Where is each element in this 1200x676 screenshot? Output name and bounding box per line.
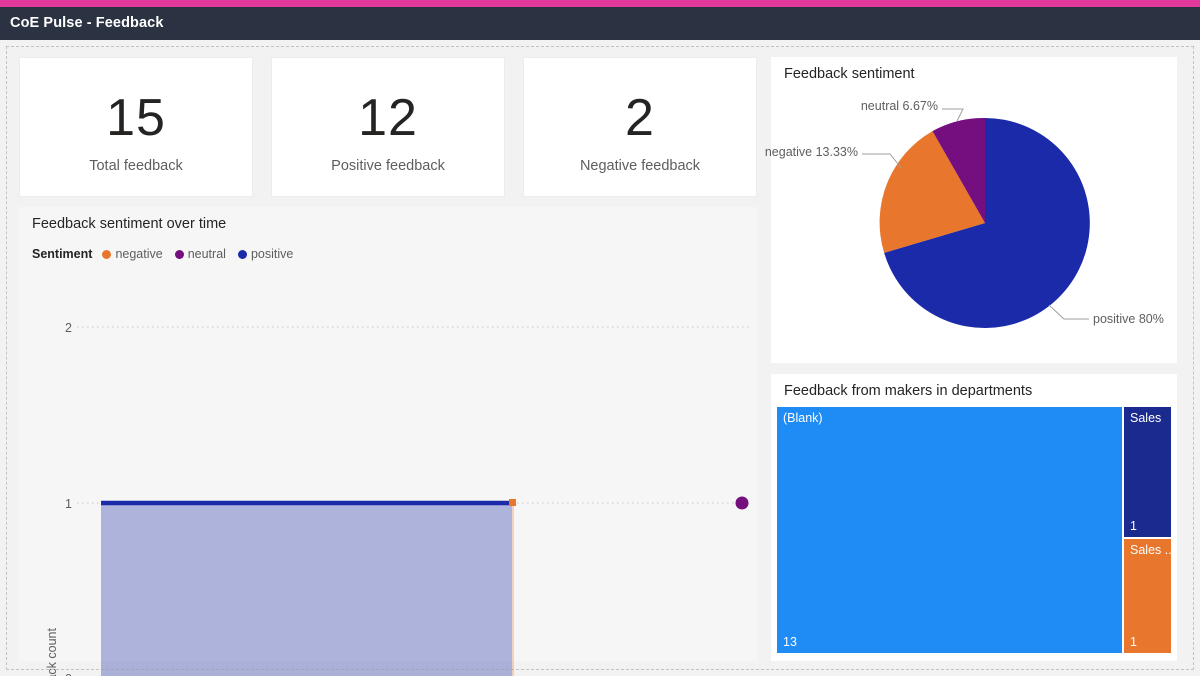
treemap-cell-value: 13 <box>783 635 797 649</box>
report-canvas: 15 Total feedback 12 Positive feedback 2… <box>6 46 1194 676</box>
treemap-title: Feedback from makers in departments <box>784 383 1033 399</box>
kpi-label: Positive feedback <box>331 158 445 174</box>
page-title: CoE Pulse - Feedback <box>10 15 164 31</box>
y-tick-2: 2 <box>65 321 72 335</box>
legend-label: negative <box>115 247 163 261</box>
legend-swatch-negative-icon <box>102 249 112 259</box>
kpi-value: 15 <box>106 89 166 147</box>
legend-label: positive <box>250 247 294 261</box>
legend-item-neutral[interactable]: neutral <box>174 247 226 261</box>
area-chart-y-axis-title: Feedback count <box>45 628 59 676</box>
kpi-value: 2 <box>625 89 655 147</box>
app-header: CoE Pulse - Feedback <box>0 7 1200 40</box>
treemap-cell-value: 1 <box>1130 635 1137 649</box>
legend-swatch-neutral-icon <box>174 249 184 259</box>
kpi-label: Negative feedback <box>579 158 701 174</box>
kpi-label: Total feedback <box>89 158 183 174</box>
legend-label: neutral <box>187 247 226 261</box>
area-chart-legend: Sentiment negative neutral positive <box>32 247 301 261</box>
area-chart-title: Feedback sentiment over time <box>32 216 227 232</box>
legend-title: Sentiment <box>32 247 93 261</box>
legend-item-positive[interactable]: positive <box>237 247 294 261</box>
pie-label-neutral: neutral 6.67% <box>860 99 938 113</box>
kpi-value: 12 <box>358 89 418 147</box>
pie-label-positive: positive 80% <box>1093 312 1164 326</box>
treemap-cell-blank[interactable]: (Blank) 13 <box>777 407 1122 653</box>
feedback-departments-treemap-visual[interactable]: Feedback from makers in departments (Bla… <box>771 374 1177 661</box>
power-bi-report-page: CoE Pulse - Feedback 15 Total feedback 1… <box>0 0 1200 676</box>
treemap-cell-value: 1 <box>1130 519 1137 533</box>
treemap-cell-label: Sales <box>1130 411 1162 425</box>
legend-item-negative[interactable]: negative <box>102 247 163 261</box>
treemap-plot: (Blank) 13 Sales 1 Sales ... 1 <box>777 407 1171 653</box>
feedback-sentiment-pie-visual[interactable]: Feedback sentiment neutral 6.67% negativ… <box>765 57 1177 363</box>
legend-swatch-positive-icon <box>237 249 247 259</box>
kpi-card-positive-feedback[interactable]: 12 Positive feedback <box>271 57 505 197</box>
treemap-cell-sales[interactable]: Sales 1 <box>1124 407 1171 537</box>
kpi-card-total-feedback[interactable]: 15 Total feedback <box>19 57 253 197</box>
feedback-sentiment-over-time-visual[interactable]: Feedback sentiment over time Sentiment n… <box>19 207 757 676</box>
y-tick-1: 1 <box>65 497 72 511</box>
brand-accent-bar <box>0 0 1200 7</box>
treemap-cell-label: (Blank) <box>783 411 823 425</box>
treemap-cell-sales-truncated[interactable]: Sales ... 1 <box>1124 539 1171 653</box>
area-chart-plot <box>77 326 749 676</box>
y-tick-0: 0 <box>52 672 72 676</box>
treemap-cell-label: Sales ... <box>1130 543 1171 557</box>
kpi-card-negative-feedback[interactable]: 2 Negative feedback <box>523 57 757 197</box>
pie-label-negative: negative 13.33% <box>764 145 858 159</box>
